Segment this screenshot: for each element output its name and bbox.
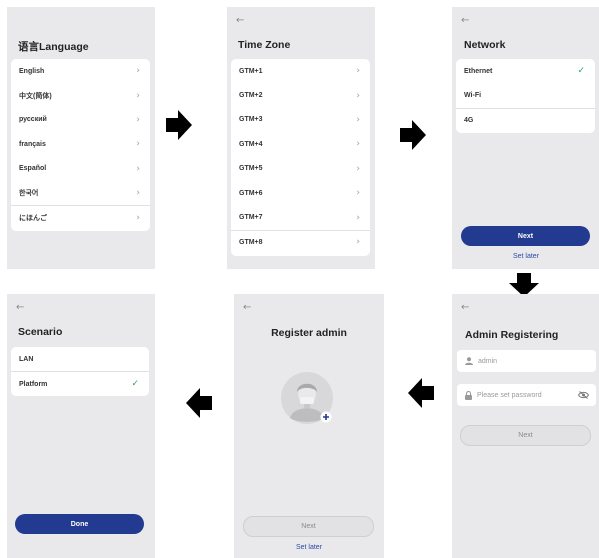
chevron-right-icon: › [356, 188, 360, 199]
arrow-right-icon [400, 120, 426, 150]
language-label: русский [19, 116, 47, 124]
check-icon: ✓ [577, 66, 585, 77]
chevron-right-icon: › [356, 237, 360, 248]
language-label: 한국어 [19, 190, 39, 198]
timezone-label: GTM+4 [239, 140, 263, 148]
chevron-right-icon: › [356, 139, 360, 150]
chevron-right-icon: › [136, 66, 140, 77]
chevron-right-icon: › [356, 66, 360, 77]
arrow-right-icon [166, 110, 192, 140]
language-item-spanish[interactable]: Español › [11, 157, 150, 181]
language-item-korean[interactable]: 한국어 › [11, 181, 150, 205]
eye-hidden-icon[interactable] [578, 391, 589, 399]
timezone-label: GTM+2 [239, 92, 263, 100]
timezone-label: GTM+7 [239, 214, 263, 222]
chevron-right-icon: › [356, 114, 360, 125]
timezone-item[interactable]: GTM+8 › [231, 229, 370, 254]
chevron-right-icon: › [136, 90, 140, 101]
chevron-right-icon: › [136, 139, 140, 150]
timezone-label: GTM+1 [239, 67, 263, 75]
timezone-label: GTM+3 [239, 116, 263, 124]
back-arrow-icon[interactable]: ← [236, 15, 244, 26]
username-value: admin [478, 357, 498, 365]
back-arrow-icon[interactable]: ← [16, 302, 24, 313]
scenario-title: Scenario [18, 326, 63, 338]
language-item-chinese[interactable]: 中文(简体) › [11, 83, 150, 107]
chevron-right-icon: › [356, 163, 360, 174]
username-field[interactable]: admin [457, 350, 596, 372]
scenario-label: Platform [19, 380, 48, 388]
language-label: français [19, 140, 46, 148]
network-item-4g[interactable]: 4G [456, 107, 595, 132]
timezone-item[interactable]: GTM+5 › [231, 157, 370, 181]
chevron-right-icon: › [136, 213, 140, 224]
timezone-item[interactable]: GTM+7 › [231, 205, 370, 229]
language-item-japanese[interactable]: にほんご › [11, 205, 150, 229]
language-screen: 语言Language English › 中文(简体) › русский › fra… [7, 7, 155, 269]
done-button[interactable]: Done [15, 514, 144, 534]
set-later-link[interactable]: Set later [476, 253, 576, 260]
password-placeholder: Please set password [477, 391, 542, 399]
language-item-english[interactable]: English › [11, 59, 150, 83]
network-list: Ethernet ✓ Wi-Fi 4G [456, 59, 595, 133]
timezone-item[interactable]: GTM+3 › [231, 108, 370, 132]
back-arrow-icon[interactable]: ← [461, 302, 469, 313]
network-item-ethernet[interactable]: Ethernet ✓ [456, 59, 595, 83]
language-label: English [19, 67, 45, 75]
chevron-right-icon: › [136, 163, 140, 174]
arrow-left-icon [408, 378, 434, 408]
timezone-item[interactable]: GTM+1 › [231, 59, 370, 83]
scenario-list: LAN Platform ✓ [11, 347, 149, 396]
back-arrow-icon[interactable]: ← [243, 302, 251, 313]
language-item-russian[interactable]: русский › [11, 108, 150, 132]
register-admin-screen: ← Register admin Next Set later [234, 294, 384, 558]
next-button[interactable]: Next [460, 425, 591, 446]
timezone-item[interactable]: GTM+4 › [231, 132, 370, 156]
language-label: Español [19, 165, 47, 173]
timezone-title: Time Zone [238, 39, 291, 51]
scenario-item-platform[interactable]: Platform ✓ [11, 371, 149, 395]
network-title: Network [464, 39, 506, 51]
timezone-item[interactable]: GTM+2 › [231, 83, 370, 107]
network-screen: ← Network Ethernet ✓ Wi-Fi 4G Next Set la… [452, 7, 599, 269]
user-icon [465, 357, 473, 365]
timezone-item[interactable]: GTM+6 › [231, 181, 370, 205]
network-item-wifi[interactable]: Wi-Fi [456, 83, 595, 107]
arrow-left-icon [186, 388, 212, 418]
language-label: にほんご [19, 215, 47, 223]
scenario-item-lan[interactable]: LAN [11, 347, 149, 371]
chevron-right-icon: › [356, 212, 360, 223]
network-label: Ethernet [464, 67, 493, 75]
timezone-screen: ← Time Zone GTM+1 › GTM+2 › GTM+3 › GTM+4 › … [227, 7, 375, 269]
avatar[interactable] [281, 372, 335, 426]
check-icon: ✓ [131, 379, 139, 390]
password-field[interactable]: Please set password [457, 384, 596, 406]
network-label: 4G [464, 116, 474, 124]
register-admin-title: Register admin [271, 327, 347, 339]
scenario-label: LAN [19, 355, 34, 363]
set-later-link[interactable]: Set later [259, 544, 359, 551]
language-list: English › 中文(简体) › русский › français › Espa… [11, 59, 150, 231]
timezone-list: GTM+1 › GTM+2 › GTM+3 › GTM+4 › GTM+5 › GTM+6… [231, 59, 370, 256]
next-button[interactable]: Next [461, 226, 590, 246]
chevron-right-icon: › [356, 90, 360, 101]
language-label: 中文(简体) [19, 92, 52, 100]
avatar-icon [281, 372, 333, 424]
admin-registering-screen: ← Admin Registering admin Please set pas… [452, 294, 599, 558]
chevron-right-icon: › [136, 188, 140, 199]
timezone-label: GTM+8 [239, 238, 263, 246]
network-label: Wi-Fi [464, 92, 482, 100]
chevron-right-icon: › [136, 114, 140, 125]
lock-icon [465, 390, 472, 400]
language-item-french[interactable]: français › [11, 132, 150, 156]
language-title: 语言Language [18, 41, 89, 53]
next-button[interactable]: Next [243, 516, 374, 537]
scenario-screen: ← Scenario LAN Platform ✓ Done [7, 294, 155, 558]
admin-registering-title: Admin Registering [465, 329, 559, 341]
timezone-label: GTM+5 [239, 165, 263, 173]
back-arrow-icon[interactable]: ← [461, 15, 469, 26]
timezone-label: GTM+6 [239, 189, 263, 197]
